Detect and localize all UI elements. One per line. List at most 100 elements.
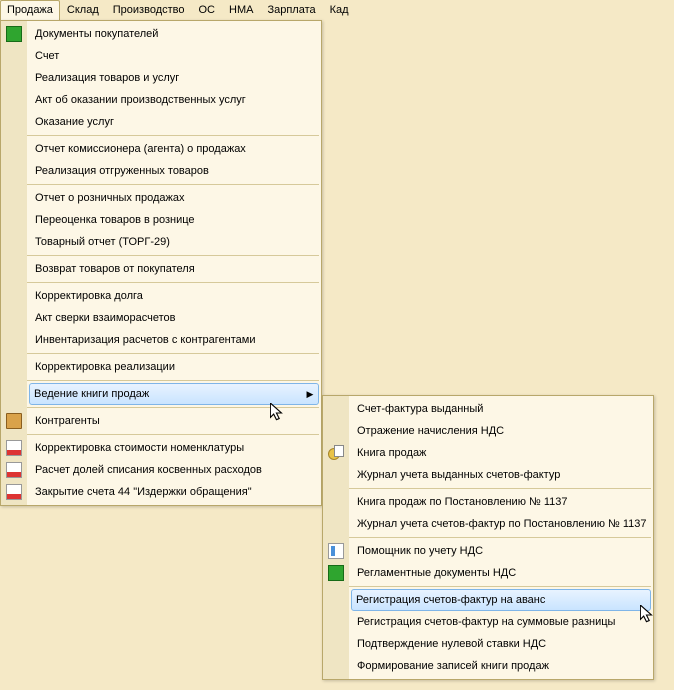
icon-slot xyxy=(1,231,27,253)
menu-item[interactable]: Ведение книги продаж▶ xyxy=(29,383,319,405)
icon-slot xyxy=(323,655,349,677)
icon-slot xyxy=(323,398,349,420)
submenu-arrow-icon: ▶ xyxy=(302,389,318,400)
icon-slot xyxy=(1,437,27,459)
icon-slot xyxy=(1,329,27,351)
menu-item[interactable]: Книга продаж по Постановлению № 1137 xyxy=(349,491,653,513)
menu-item[interactable]: Отчет о розничных продажах xyxy=(27,187,321,209)
menu-item-label: Оказание услуг xyxy=(27,116,321,128)
icon-slot xyxy=(323,562,349,584)
menu-item-label: Отчет комиссионера (агента) о продажах xyxy=(27,143,321,155)
menu-item-label: Корректировка долга xyxy=(27,290,321,302)
menu-item[interactable]: Журнал учета счетов-фактур по Постановле… xyxy=(349,513,653,535)
icon-slot xyxy=(324,589,350,611)
menu-item[interactable]: Корректировка реализации xyxy=(27,356,321,378)
menubar-item[interactable]: Кад xyxy=(323,0,356,20)
separator xyxy=(27,380,319,381)
wiz-icon xyxy=(328,543,344,559)
cursor-icon xyxy=(270,403,284,423)
folder-icon xyxy=(6,413,22,429)
icon-slot xyxy=(1,67,27,89)
separator xyxy=(27,184,319,185)
cal-icon xyxy=(6,440,22,456)
menu-item-label: Регистрация счетов-фактур на аванс xyxy=(350,594,650,606)
menubar-item[interactable]: Склад xyxy=(60,0,106,20)
separator xyxy=(27,255,319,256)
menu-item[interactable]: Формирование записей книги продаж xyxy=(349,655,653,677)
icon-slot xyxy=(323,491,349,513)
menu-item[interactable]: Книга продаж xyxy=(349,442,653,464)
menu-item[interactable]: Акт об оказании производственных услуг xyxy=(27,89,321,111)
menu-item[interactable]: Отражение начисления НДС xyxy=(349,420,653,442)
menu-item[interactable]: Отчет комиссионера (агента) о продажах xyxy=(27,138,321,160)
dropdown-main: Документы покупателей Счет Реализация това… xyxy=(0,20,322,506)
menu-item-label: Отражение начисления НДС xyxy=(349,425,653,437)
menu-item-label: Акт сверки взаиморасчетов xyxy=(27,312,321,324)
menu-item[interactable]: Подтверждение нулевой ставки НДС xyxy=(349,633,653,655)
icon-slot xyxy=(323,464,349,486)
menu-item-label: Подтверждение нулевой ставки НДС xyxy=(349,638,653,650)
separator xyxy=(27,282,319,283)
menu-item-label: Помощник по учету НДС xyxy=(349,545,653,557)
menu-item[interactable]: Инвентаризация расчетов с контрагентами xyxy=(27,329,321,351)
menu-item-label: Регистрация счетов-фактур на суммовые ра… xyxy=(349,616,653,628)
icon-slot xyxy=(1,356,27,378)
icon-slot xyxy=(1,209,27,231)
menu-item-label: Расчет долей списания косвенных расходов xyxy=(27,464,321,476)
menu-item[interactable]: Регламентные документы НДС xyxy=(349,562,653,584)
icon-slot xyxy=(1,481,27,503)
menubar-item[interactable]: Зарплата xyxy=(260,0,322,20)
menu-item[interactable]: Корректировка долга xyxy=(27,285,321,307)
icon-slot xyxy=(1,187,27,209)
menu-item[interactable]: Корректировка стоимости номенклатуры xyxy=(27,437,321,459)
menu-item-label: Счет xyxy=(27,50,321,62)
menubar-item[interactable]: НМА xyxy=(222,0,260,20)
menu-item[interactable]: Оказание услуг xyxy=(27,111,321,133)
icon-slot xyxy=(1,89,27,111)
separator xyxy=(27,434,319,435)
menu-item-label: Счет-фактура выданный xyxy=(349,403,653,415)
icon-slot xyxy=(323,513,349,535)
menu-item-label: Книга продаж по Постановлению № 1137 xyxy=(349,496,653,508)
menu-item-label: Корректировка реализации xyxy=(27,361,321,373)
menubar-item[interactable]: ОС xyxy=(192,0,223,20)
menu-item[interactable]: Счет xyxy=(27,45,321,67)
menu-item[interactable]: Реализация товаров и услуг xyxy=(27,67,321,89)
menu-item[interactable]: Возврат товаров от покупателя xyxy=(27,258,321,280)
green-icon xyxy=(6,26,22,42)
menu-item[interactable]: Регистрация счетов-фактур на суммовые ра… xyxy=(349,611,653,633)
cal-icon xyxy=(6,484,22,500)
menu-item-label: Товарный отчет (ТОРГ-29) xyxy=(27,236,321,248)
menu-item[interactable]: Счет-фактура выданный xyxy=(349,398,653,420)
menu-item[interactable]: Закрытие счета 44 "Издержки обращения" xyxy=(27,481,321,503)
menu-item[interactable]: Переоценка товаров в рознице xyxy=(27,209,321,231)
menu-item-label: Журнал учета счетов-фактур по Постановле… xyxy=(349,518,653,530)
icon-slot xyxy=(323,611,349,633)
menu-item[interactable]: Товарный отчет (ТОРГ-29) xyxy=(27,231,321,253)
icon-slot xyxy=(2,383,28,405)
menu-item-label: Отчет о розничных продажах xyxy=(27,192,321,204)
menu-item-label: Регламентные документы НДС xyxy=(349,567,653,579)
menu-item[interactable]: Реализация отгруженных товаров xyxy=(27,160,321,182)
menu-item-label: Ведение книги продаж xyxy=(28,388,302,400)
icon-slot xyxy=(1,23,27,45)
menu-item[interactable]: Расчет долей списания косвенных расходов xyxy=(27,459,321,481)
menu-item[interactable]: Акт сверки взаиморасчетов xyxy=(27,307,321,329)
menubar-item[interactable]: Производство xyxy=(106,0,192,20)
menu-item-label: Формирование записей книги продаж xyxy=(349,660,653,672)
menu-item[interactable]: Регистрация счетов-фактур на аванс xyxy=(351,589,651,611)
coin-icon xyxy=(328,445,344,461)
icon-slot xyxy=(323,540,349,562)
cal-icon xyxy=(6,462,22,478)
separator xyxy=(27,135,319,136)
menu-item-label: Переоценка товаров в рознице xyxy=(27,214,321,226)
menu-item-label: Реализация отгруженных товаров xyxy=(27,165,321,177)
menu-item-label: Журнал учета выданных счетов-фактур xyxy=(349,469,653,481)
menu-item[interactable]: Помощник по учету НДС xyxy=(349,540,653,562)
separator xyxy=(27,353,319,354)
icon-slot xyxy=(1,111,27,133)
icon-slot xyxy=(323,442,349,464)
menu-item[interactable]: Документы покупателей xyxy=(27,23,321,45)
menu-item[interactable]: Журнал учета выданных счетов-фактур xyxy=(349,464,653,486)
menubar-item[interactable]: Продажа xyxy=(0,0,60,20)
